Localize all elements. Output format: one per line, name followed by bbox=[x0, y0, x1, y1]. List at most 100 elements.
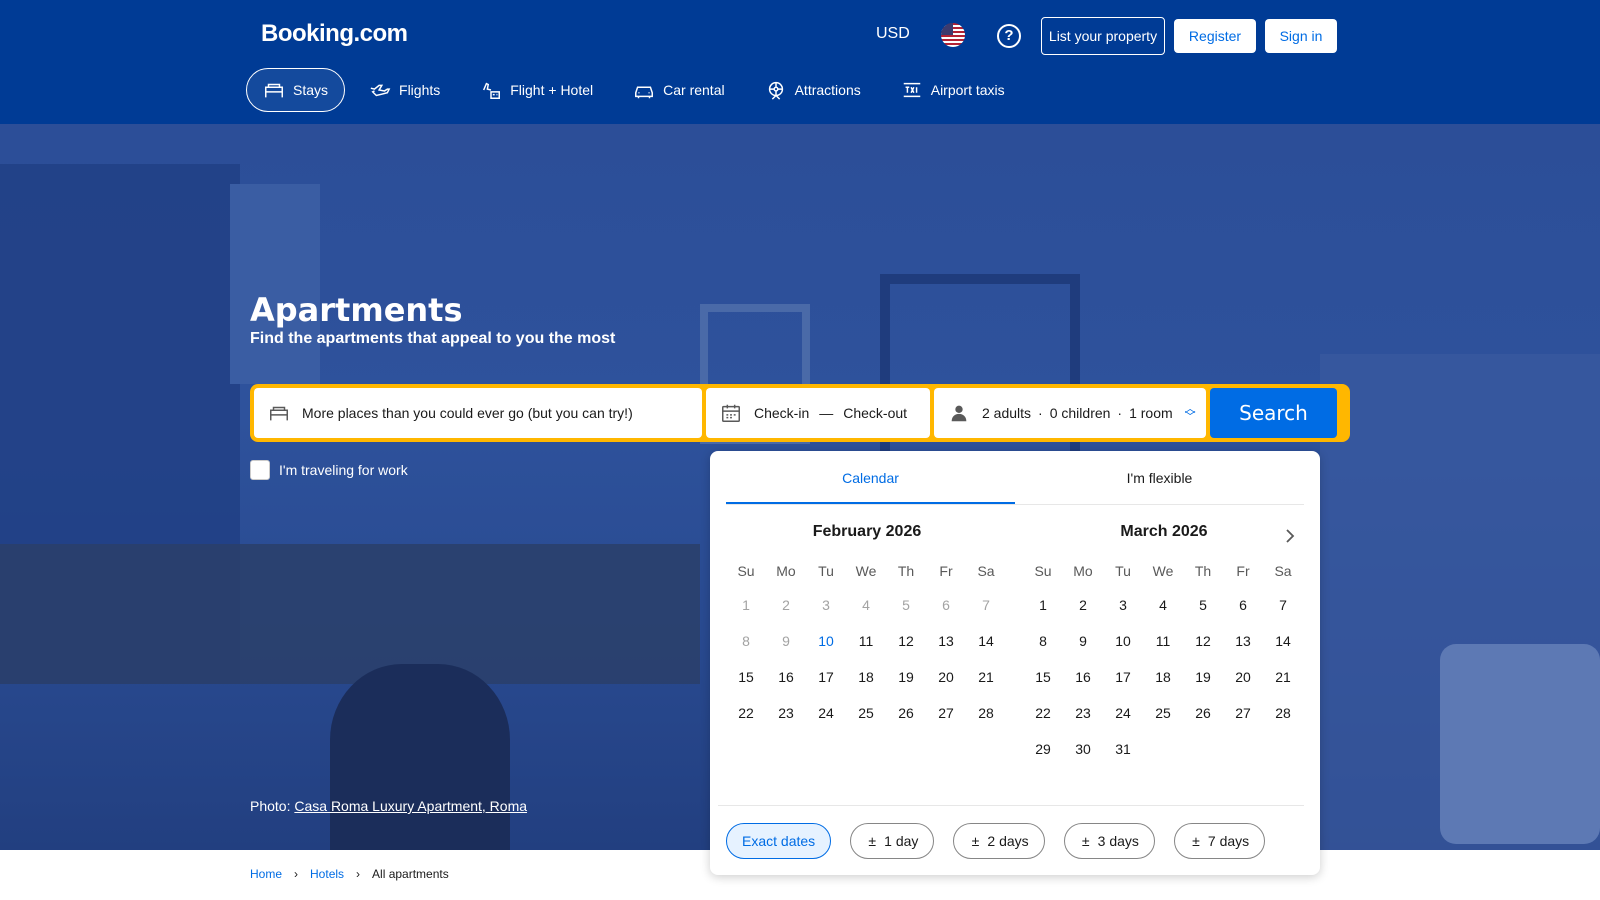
question-circle-icon[interactable]: ? bbox=[997, 24, 1021, 48]
calendar-day: 5 bbox=[902, 597, 910, 613]
destination-input[interactable]: More places than you could ever go (but … bbox=[302, 405, 633, 421]
calendar-day[interactable]: 9 bbox=[1063, 623, 1103, 659]
nav-flights[interactable]: Flights bbox=[353, 68, 456, 112]
calendar-day[interactable]: 25 bbox=[846, 695, 886, 731]
calendar-day[interactable]: 22 bbox=[726, 695, 766, 731]
page-title: Apartments bbox=[250, 291, 463, 329]
calendar-day[interactable]: 11 bbox=[1143, 623, 1183, 659]
calendar-day[interactable]: 19 bbox=[1183, 659, 1223, 695]
day-grid: Su Mo Tu We Th Fr Sa 1 2 3 4 5 6 7 8 9 10 11 12 13 14 15 16 17 1… bbox=[1023, 555, 1305, 767]
photo-credit-link[interactable]: Casa Roma Luxury Apartment, Roma bbox=[294, 798, 527, 814]
sign-in-button[interactable]: Sign in bbox=[1265, 19, 1337, 53]
tab-calendar[interactable]: Calendar bbox=[726, 451, 1015, 504]
chevron-right-icon[interactable] bbox=[1280, 526, 1300, 546]
calendar-day[interactable]: 26 bbox=[1183, 695, 1223, 731]
calendar-day[interactable]: 24 bbox=[806, 695, 846, 731]
calendar-day[interactable]: 7 bbox=[1263, 587, 1303, 623]
calendar-day[interactable]: 13 bbox=[926, 623, 966, 659]
weekday-label: Mo bbox=[776, 563, 796, 579]
destination-field[interactable]: More places than you could ever go (but … bbox=[254, 388, 702, 438]
dates-field[interactable]: Check-in — Check-out bbox=[706, 388, 930, 438]
nav-car-rental[interactable]: Car rental bbox=[617, 68, 740, 112]
calendar-day[interactable]: 20 bbox=[1223, 659, 1263, 695]
breadcrumb-current: All apartments bbox=[372, 867, 449, 881]
calendar-day[interactable]: 15 bbox=[1023, 659, 1063, 695]
work-travel-option[interactable]: I'm traveling for work bbox=[250, 460, 408, 480]
rooms-count: 1 room bbox=[1129, 405, 1173, 421]
car-icon bbox=[635, 86, 654, 99]
calendar-day[interactable]: 12 bbox=[886, 623, 926, 659]
calendar-day[interactable]: 31 bbox=[1103, 731, 1143, 767]
calendar-day[interactable]: 28 bbox=[966, 695, 1006, 731]
calendar-day[interactable]: 23 bbox=[1063, 695, 1103, 731]
calendar-day[interactable]: 3 bbox=[1103, 587, 1143, 623]
booking-logo[interactable]: Booking.com bbox=[261, 20, 408, 48]
calendar-day[interactable]: 21 bbox=[1263, 659, 1303, 695]
nav-flight-hotel[interactable]: Flight + Hotel bbox=[464, 68, 609, 112]
calendar-day[interactable]: 28 bbox=[1263, 695, 1303, 731]
tab-flexible[interactable]: I'm flexible bbox=[1015, 451, 1304, 504]
calendar-day[interactable]: 20 bbox=[926, 659, 966, 695]
list-property-button[interactable]: List your property bbox=[1041, 17, 1165, 55]
page-subtitle: Find the apartments that appeal to you t… bbox=[250, 330, 616, 347]
calendar-day[interactable]: 23 bbox=[766, 695, 806, 731]
calendar-day[interactable]: 19 bbox=[886, 659, 926, 695]
calendar-day[interactable]: 16 bbox=[766, 659, 806, 695]
person-icon bbox=[951, 405, 967, 422]
nav-attractions[interactable]: Attractions bbox=[749, 68, 877, 112]
calendar-day[interactable]: 14 bbox=[966, 623, 1006, 659]
weekday-label: Su bbox=[737, 563, 755, 579]
calendar-day[interactable]: 17 bbox=[1103, 659, 1143, 695]
calendar-day[interactable]: 21 bbox=[966, 659, 1006, 695]
calendar-day[interactable]: 29 bbox=[1023, 731, 1063, 767]
guests-field[interactable]: 2 adults · 0 children · 1 room ︿ ﹀ bbox=[934, 388, 1206, 438]
calendar-day[interactable]: 13 bbox=[1223, 623, 1263, 659]
nav-airport-taxis[interactable]: Airport taxis bbox=[885, 68, 1021, 112]
breadcrumb-hotels[interactable]: Hotels bbox=[310, 867, 344, 881]
calendar-day[interactable]: 24 bbox=[1103, 695, 1143, 731]
calendar-day[interactable]: 16 bbox=[1063, 659, 1103, 695]
flex-option-button[interactable]: Exact dates bbox=[726, 823, 832, 859]
calendar-day[interactable]: 10 bbox=[806, 623, 846, 659]
calendar-day[interactable]: 17 bbox=[806, 659, 846, 695]
flex-option-button[interactable]: ±7 days bbox=[1173, 823, 1266, 859]
flex-option-button[interactable]: ±3 days bbox=[1063, 823, 1155, 859]
breadcrumb-home[interactable]: Home bbox=[250, 867, 282, 881]
calendar-day[interactable]: 27 bbox=[1223, 695, 1263, 731]
calendar-day[interactable]: 26 bbox=[886, 695, 926, 731]
us-flag-icon[interactable] bbox=[941, 23, 965, 47]
bed-icon bbox=[265, 83, 283, 98]
calendar-day[interactable]: 22 bbox=[1023, 695, 1063, 731]
calendar-day[interactable]: 18 bbox=[846, 659, 886, 695]
checkin-label[interactable]: Check-in bbox=[754, 405, 809, 421]
calendar-day[interactable]: 11 bbox=[846, 623, 886, 659]
calendar-day[interactable]: 15 bbox=[726, 659, 766, 695]
checkout-label[interactable]: Check-out bbox=[843, 405, 907, 421]
month-title: March 2026 bbox=[1120, 523, 1208, 540]
flex-option-button[interactable]: ±2 days bbox=[953, 823, 1045, 859]
calendar-day[interactable]: 18 bbox=[1143, 659, 1183, 695]
date-picker-tabs: Calendar I'm flexible bbox=[726, 451, 1304, 505]
calendar-day[interactable]: 5 bbox=[1183, 587, 1223, 623]
calendar-day[interactable]: 30 bbox=[1063, 731, 1103, 767]
calendar-day[interactable]: 14 bbox=[1263, 623, 1303, 659]
plane-hotel-icon bbox=[483, 82, 501, 99]
calendar-day[interactable]: 8 bbox=[1023, 623, 1063, 659]
calendar-day[interactable]: 1 bbox=[1023, 587, 1063, 623]
search-button[interactable]: Search bbox=[1210, 388, 1337, 438]
calendar-day[interactable]: 6 bbox=[1223, 587, 1263, 623]
flex-option-button[interactable]: ±1 day bbox=[850, 823, 935, 859]
register-button[interactable]: Register bbox=[1174, 19, 1256, 53]
calendar-day[interactable]: 27 bbox=[926, 695, 966, 731]
calendar-day[interactable]: 10 bbox=[1103, 623, 1143, 659]
calendar-day: 1 bbox=[742, 597, 750, 613]
work-travel-checkbox[interactable] bbox=[250, 460, 270, 480]
weekday-label: Tu bbox=[1115, 563, 1131, 579]
search-bar: More places than you could ever go (but … bbox=[250, 384, 1350, 442]
calendar-day[interactable]: 4 bbox=[1143, 587, 1183, 623]
calendar-day[interactable]: 25 bbox=[1143, 695, 1183, 731]
calendar-day[interactable]: 12 bbox=[1183, 623, 1223, 659]
nav-stays[interactable]: Stays bbox=[246, 68, 346, 112]
calendar-day[interactable]: 2 bbox=[1063, 587, 1103, 623]
currency-selector[interactable]: USD bbox=[876, 25, 910, 43]
